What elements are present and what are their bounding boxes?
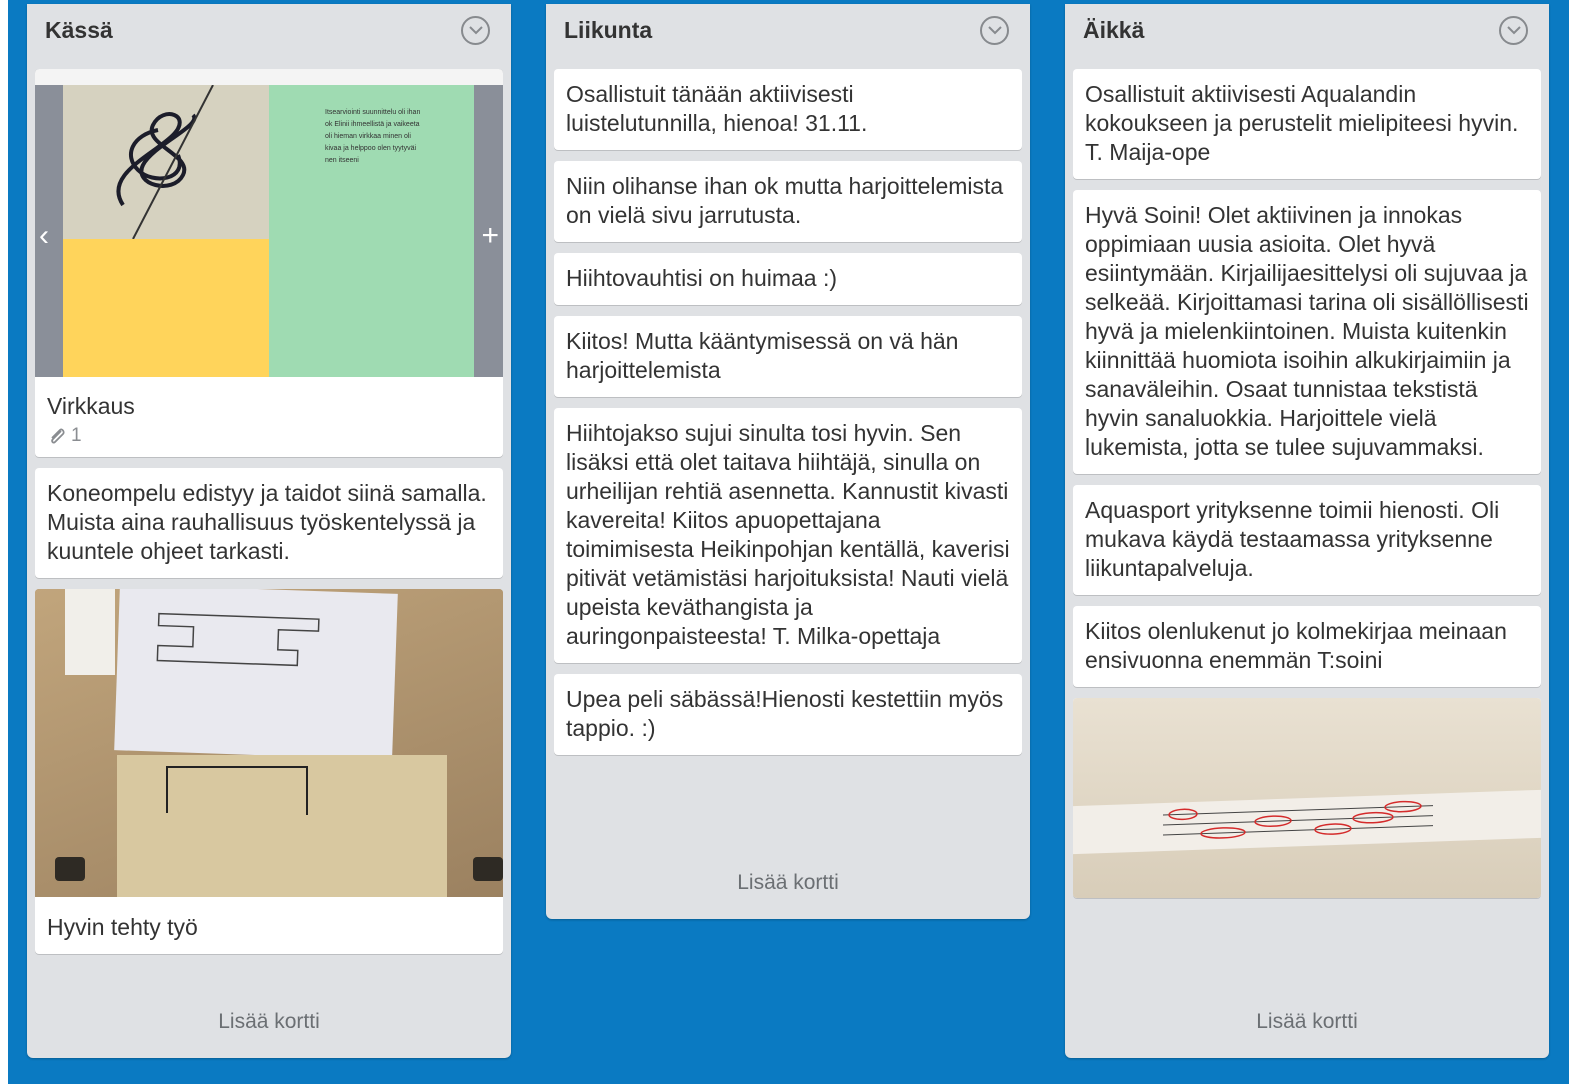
paper-sketch (114, 589, 398, 760)
card-virkkaus[interactable]: Itsearviointi suunnittelu oli ihan ok El… (35, 69, 503, 457)
add-card-button[interactable]: Lisää kortti (27, 1010, 511, 1034)
card-list: Osallistuit tänään aktiivisesti luistelu… (554, 69, 1022, 849)
card-cover-image: Itsearviointi suunnittelu oli ihan ok El… (35, 69, 503, 377)
card-text: Niin olihanse ihan ok mutta harjoittelem… (566, 173, 1004, 228)
chevron-left-icon[interactable]: ‹ (39, 219, 49, 253)
add-card-button[interactable]: Lisää kortti (546, 871, 1030, 895)
plus-icon[interactable]: + (481, 219, 499, 253)
yarn-drawing (116, 84, 214, 240)
screen-edge-left (0, 0, 8, 1084)
sketch-drawing (156, 612, 320, 667)
list-kassa: Kässä Itsearviointi suunnittelu oli ihan… (27, 4, 511, 1058)
list-title: Kässä (45, 17, 113, 43)
attachment-count: 1 (71, 425, 82, 446)
card-text: Osallistuit aktiivisesti Aqualandin koko… (1085, 81, 1519, 165)
bench-hole (473, 857, 503, 881)
card-text: Aquasport yrityksenne toimii hienosti. O… (1085, 497, 1500, 581)
chevron-down-icon (988, 26, 1002, 35)
card-text: Hiihtojakso sujui sinulta tosi hyvin. Se… (566, 420, 1010, 649)
card-text: Kiitos olenlukenut jo kolmekirjaa meinaa… (1085, 618, 1507, 673)
screenshot-toolbar (35, 69, 503, 85)
card[interactable]: Osallistuit tänään aktiivisesti luistelu… (554, 69, 1022, 150)
card-title: Hyvin tehty työ (47, 914, 198, 940)
card[interactable]: Koneompelu edistyy ja taidot siinä samal… (35, 468, 503, 578)
wood-board (117, 755, 447, 897)
green-note: Itsearviointi suunnittelu oli ihan ok El… (269, 85, 474, 377)
card-text: Hyvä Soini! Olet aktiivinen ja innokas o… (1085, 202, 1529, 460)
card[interactable]: Hiihtojakso sujui sinulta tosi hyvin. Se… (554, 408, 1022, 663)
card[interactable]: Kiitos olenlukenut jo kolmekirjaa meinaa… (1073, 606, 1541, 687)
card[interactable]: Osallistuit aktiivisesti Aqualandin koko… (1073, 69, 1541, 179)
card-text: Osallistuit tänään aktiivisesti luistelu… (566, 81, 868, 136)
list-menu-button[interactable] (980, 16, 1009, 45)
card-photo[interactable] (1073, 698, 1541, 898)
paper-edge (65, 589, 115, 675)
cover-note-text: Itsearviointi suunnittelu oli ihan ok El… (325, 109, 421, 164)
card[interactable]: Aquasport yrityksenne toimii hienosti. O… (1073, 485, 1541, 595)
card[interactable]: Niin olihanse ihan ok mutta harjoittelem… (554, 161, 1022, 242)
yellow-block (63, 239, 269, 377)
paper-strip (1073, 789, 1541, 855)
list-aikka: Äikkä Osallistuit aktiivisesti Aqualandi… (1065, 4, 1549, 1058)
list-liikunta: Liikunta Osallistuit tänään aktiivisesti… (546, 4, 1030, 919)
list-title: Äikkä (1083, 17, 1145, 43)
card[interactable]: Kiitos! Mutta kääntymisessä on vä hän ha… (554, 316, 1022, 397)
screen-edge-right (1569, 0, 1579, 1084)
list-header: Äikkä (1065, 4, 1549, 68)
list-header: Kässä (27, 4, 511, 68)
add-card-button[interactable]: Lisää kortti (1065, 1010, 1549, 1034)
list-title: Liikunta (564, 17, 653, 43)
list-menu-button[interactable] (461, 16, 490, 45)
paperclip-icon (51, 428, 65, 444)
card-hyvin-tehty-tyo[interactable]: Hyvin tehty työ (35, 589, 503, 954)
card-list: Osallistuit aktiivisesti Aqualandin koko… (1073, 69, 1541, 986)
board-outline (166, 766, 308, 815)
card-text: Kiitos! Mutta kääntymisessä on vä hän ha… (566, 328, 959, 383)
chevron-down-icon (469, 26, 483, 35)
bench-hole (55, 857, 85, 881)
card-cover-image (1073, 698, 1541, 898)
card-list: Itsearviointi suunnittelu oli ihan ok El… (35, 69, 503, 986)
card-text: Hiihtovauhtisi on huimaa :) (566, 265, 838, 291)
card-cover-image (35, 589, 503, 897)
chevron-down-icon (1507, 26, 1521, 35)
card[interactable]: Upea peli säbässä!Hienosti kestettiin my… (554, 674, 1022, 755)
corrections-drawing (1163, 800, 1433, 839)
list-menu-button[interactable] (1499, 16, 1528, 45)
card[interactable]: Hyvä Soini! Olet aktiivinen ja innokas o… (1073, 190, 1541, 474)
yarn-photo (63, 84, 269, 240)
card[interactable]: Hiihtovauhtisi on huimaa :) (554, 253, 1022, 305)
card-title: Virkkaus (47, 393, 135, 419)
card-text: Koneompelu edistyy ja taidot siinä samal… (47, 480, 487, 564)
list-header: Liikunta (546, 4, 1030, 68)
attachment-badge: 1 (35, 425, 503, 457)
card-text: Upea peli säbässä!Hienosti kestettiin my… (566, 686, 1004, 741)
